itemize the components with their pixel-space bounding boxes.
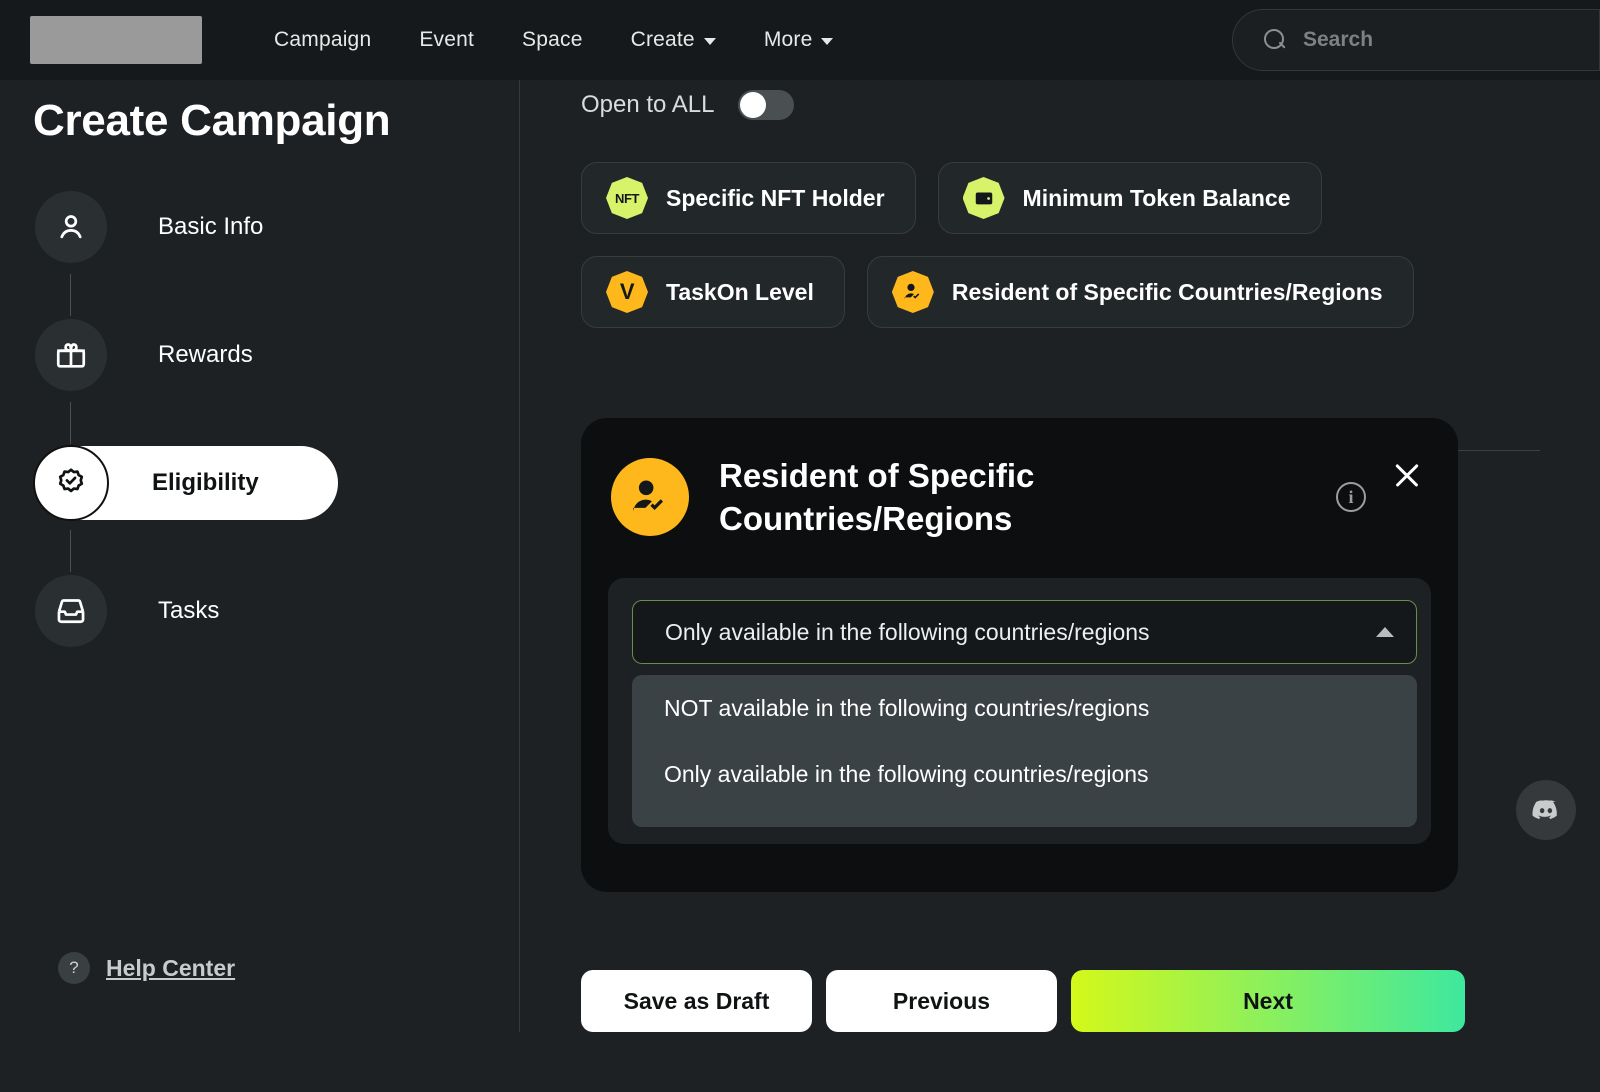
page-title: Create Campaign [33,96,390,146]
verified-badge-icon [33,445,109,521]
level-badge-icon: V [606,271,648,313]
sidebar-item-rewards-pill[interactable]: Rewards [35,318,293,392]
country-rule-select[interactable]: Only available in the following countrie… [632,600,1417,664]
search-box[interactable]: Search [1232,9,1600,71]
eligibility-option-taskon-level-label: TaskOn Level [666,279,814,306]
sidebar-item-basic-info-pill[interactable]: Basic Info [35,190,303,264]
user-icon [35,191,107,263]
nav-item-create-label: Create [631,28,695,52]
top-navigation-bar: Campaign Event Space Create More Search [0,0,1600,80]
country-rule-box: Only available in the following countrie… [608,578,1431,844]
info-icon[interactable]: i [1336,482,1366,512]
resident-countries-panel-title: Resident of Specific Countries/Regions [719,454,1149,540]
toggle-knob [740,92,766,118]
previous-button[interactable]: Previous [826,970,1057,1032]
nav-links: Campaign Event Space Create More [250,28,857,52]
nav-item-space[interactable]: Space [498,28,607,52]
nft-badge-text: NFT [615,191,639,206]
main-content: Open to ALL NFT Specific NFT Holder [520,80,1600,1092]
nav-item-space-label: Space [522,28,583,52]
search-input-placeholder: Search [1303,28,1373,52]
site-logo[interactable] [30,16,202,64]
resident-badge-icon [892,271,934,313]
sidebar-item-tasks-pill[interactable]: Tasks [35,574,259,648]
eligibility-option-minimum-token-balance-label: Minimum Token Balance [1023,185,1291,212]
nav-item-campaign[interactable]: Campaign [250,28,395,52]
step-connector [70,402,71,444]
app-root: Campaign Event Space Create More Search … [0,0,1600,1092]
eligibility-option-resident-countries-label: Resident of Specific Countries/Regions [952,279,1383,306]
nav-item-create[interactable]: Create [607,28,740,52]
sidebar-item-tasks[interactable]: Tasks [35,574,475,702]
dropdown-option-only-available[interactable]: Only available in the following countrie… [632,741,1417,807]
country-rule-select-value: Only available in the following countrie… [665,619,1150,646]
dropdown-option-not-available[interactable]: NOT available in the following countries… [632,675,1417,741]
help-center-label: Help Center [106,955,235,982]
eligibility-option-minimum-token-balance[interactable]: Minimum Token Balance [938,162,1322,234]
step-list: Basic Info Rewards [35,190,475,702]
step-connector [70,274,71,316]
eligibility-option-resident-countries[interactable]: Resident of Specific Countries/Regions [867,256,1414,328]
eligibility-option-taskon-level[interactable]: V TaskOn Level [581,256,845,328]
sidebar-item-eligibility-pill[interactable]: Eligibility [35,446,338,520]
sidebar-item-basic-info[interactable]: Basic Info [35,190,475,318]
resident-user-icon [611,458,689,536]
chevron-down-icon [821,38,833,45]
nav-item-event[interactable]: Event [395,28,498,52]
open-to-all-label: Open to ALL [581,91,714,119]
inbox-icon [35,575,107,647]
sidebar-item-rewards-label: Rewards [158,341,253,369]
nav-item-more[interactable]: More [740,28,858,52]
eligibility-option-specific-nft-holder-label: Specific NFT Holder [666,185,885,212]
open-to-all-toggle[interactable] [738,90,794,120]
eligibility-options: NFT Specific NFT Holder Minimum Token Ba… [581,162,1481,350]
open-to-all-row: Open to ALL [581,90,794,120]
sidebar-item-basic-info-label: Basic Info [158,213,263,241]
sidebar: Create Campaign Basic Info [0,80,520,1032]
sidebar-item-eligibility[interactable]: Eligibility [35,446,475,574]
eligibility-option-specific-nft-holder[interactable]: NFT Specific NFT Holder [581,162,916,234]
help-center-link[interactable]: ? Help Center [58,952,235,984]
level-badge-text: V [620,279,634,305]
chevron-up-icon [1376,627,1394,637]
eligibility-options-row-1: NFT Specific NFT Holder Minimum Token Ba… [581,162,1481,234]
gift-icon [35,319,107,391]
sidebar-item-tasks-label: Tasks [158,597,219,625]
nav-item-event-label: Event [419,28,474,52]
resident-countries-panel-actions: i [1336,454,1422,512]
resident-countries-panel-header: Resident of Specific Countries/Regions i [611,454,1422,540]
next-button[interactable]: Next [1071,970,1465,1032]
nav-item-more-label: More [764,28,813,52]
nft-badge-icon: NFT [606,177,648,219]
wizard-footer: Save as Draft Previous Next [581,970,1465,1032]
discord-icon[interactable] [1516,780,1576,840]
step-connector [70,530,71,572]
close-icon[interactable] [1392,460,1422,490]
sidebar-item-eligibility-label: Eligibility [152,469,259,497]
question-mark-icon: ? [58,952,90,984]
save-as-draft-button[interactable]: Save as Draft [581,970,812,1032]
search-icon [1263,28,1287,52]
nav-item-campaign-label: Campaign [274,28,371,52]
sidebar-item-rewards[interactable]: Rewards [35,318,475,446]
wallet-badge-icon [963,177,1005,219]
chevron-down-icon [704,38,716,45]
country-rule-dropdown: NOT available in the following countries… [632,675,1417,827]
resident-countries-panel: Resident of Specific Countries/Regions i… [581,418,1458,892]
eligibility-options-row-2: V TaskOn Level Resident of Specific Coun… [581,256,1481,328]
